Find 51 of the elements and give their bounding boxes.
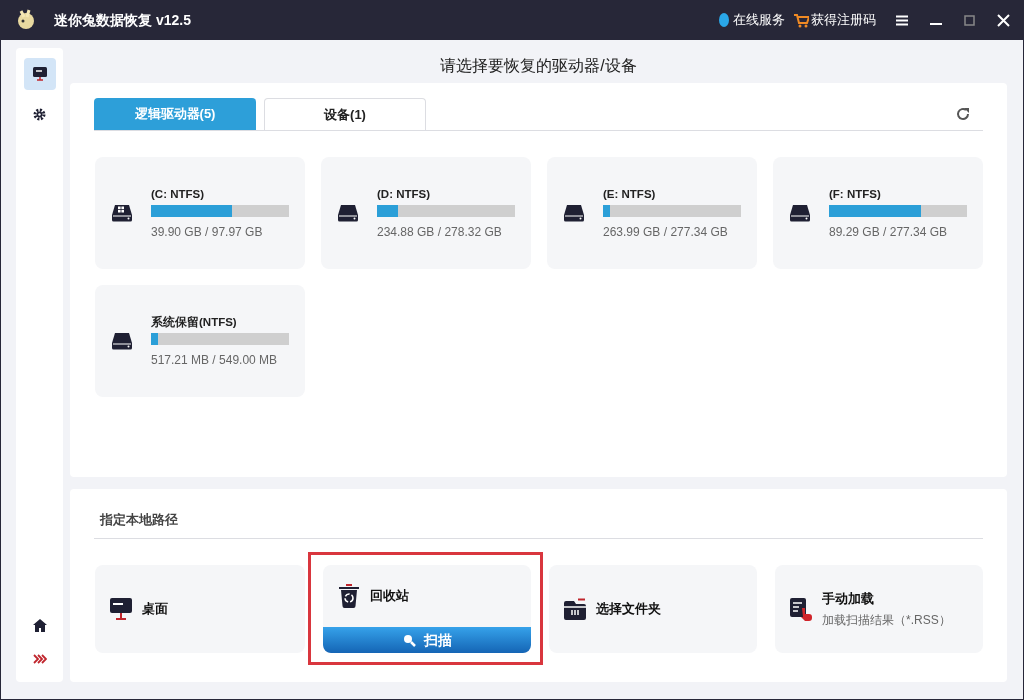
monitor-icon bbox=[32, 67, 47, 81]
location-label: 回收站 bbox=[370, 587, 409, 606]
home-icon[interactable] bbox=[32, 619, 47, 632]
trash-bin-icon bbox=[338, 584, 360, 608]
close-icon[interactable] bbox=[997, 13, 1010, 27]
section-title: 指定本地路径 bbox=[100, 512, 178, 527]
location-label: 选择文件夹 bbox=[596, 600, 661, 619]
location-card[interactable]: 选择文件夹 bbox=[549, 565, 757, 653]
maximize-icon[interactable] bbox=[964, 14, 975, 26]
monitor-icon bbox=[110, 598, 132, 620]
drive-card[interactable]: (D: NTFS) 234.88 GB / 278.32 GB bbox=[321, 157, 531, 269]
folder-icon bbox=[564, 598, 586, 620]
location-label: 手动加载 bbox=[822, 589, 875, 608]
drive-card[interactable]: 系统保留(NTFS) 517.21 MB / 549.00 MB bbox=[95, 285, 305, 397]
location-card[interactable]: 回收站 扫描 bbox=[323, 565, 531, 653]
drive-name: (E: NTFS) bbox=[603, 186, 657, 202]
drive-icon bbox=[563, 204, 585, 222]
drive-size: 263.99 GB / 277.34 GB bbox=[603, 223, 729, 241]
drive-size: 89.29 GB / 277.34 GB bbox=[829, 223, 949, 241]
page-heading: 请选择要恢复的驱动器/设备 bbox=[439, 55, 638, 76]
gear-icon bbox=[33, 107, 46, 121]
drives-button[interactable] bbox=[23, 58, 56, 90]
document-hand-icon bbox=[790, 597, 812, 621]
drive-icon bbox=[789, 204, 811, 222]
drive-name: (D: NTFS) bbox=[377, 186, 431, 202]
tab[interactable]: 设备(1) bbox=[264, 98, 426, 130]
register-code-link[interactable]: 获得注册码 bbox=[793, 10, 876, 30]
drive-icon bbox=[337, 204, 359, 222]
online-service-link[interactable]: 在线服务 bbox=[717, 10, 785, 30]
drive-name: (F: NTFS) bbox=[829, 186, 882, 202]
refresh-icon[interactable] bbox=[955, 106, 971, 122]
double-chevron-icon[interactable] bbox=[32, 654, 47, 664]
location-label: 桌面 bbox=[142, 600, 168, 619]
location-card[interactable]: 手动加载 加载扫描结果（*.RSS） bbox=[775, 565, 983, 653]
windows-drive-icon bbox=[111, 204, 133, 222]
drive-card[interactable]: (C: NTFS) 39.90 GB / 97.97 GB bbox=[95, 157, 305, 269]
location-card[interactable]: 桌面 bbox=[95, 565, 305, 653]
drive-name: 系统保留(NTFS) bbox=[151, 314, 238, 330]
cart-icon bbox=[793, 12, 809, 28]
drive-size: 39.90 GB / 97.97 GB bbox=[151, 223, 264, 241]
drive-card[interactable]: (E: NTFS) 263.99 GB / 277.34 GB bbox=[547, 157, 757, 269]
drive-size: 517.21 MB / 549.00 MB bbox=[151, 351, 279, 369]
drive-icon bbox=[111, 332, 133, 350]
window-title: 迷你兔数据恢复 v12.5 bbox=[54, 10, 191, 30]
location-subtitle: 加载扫描结果（*.RSS） bbox=[822, 612, 951, 630]
drive-size: 234.88 GB / 278.32 GB bbox=[377, 223, 503, 241]
menu-icon[interactable] bbox=[896, 14, 908, 26]
search-icon bbox=[402, 633, 416, 647]
drive-card[interactable]: (F: NTFS) 89.29 GB / 277.34 GB bbox=[773, 157, 983, 269]
drive-name: (C: NTFS) bbox=[151, 186, 205, 202]
scan-button[interactable]: 扫描 bbox=[323, 627, 531, 653]
